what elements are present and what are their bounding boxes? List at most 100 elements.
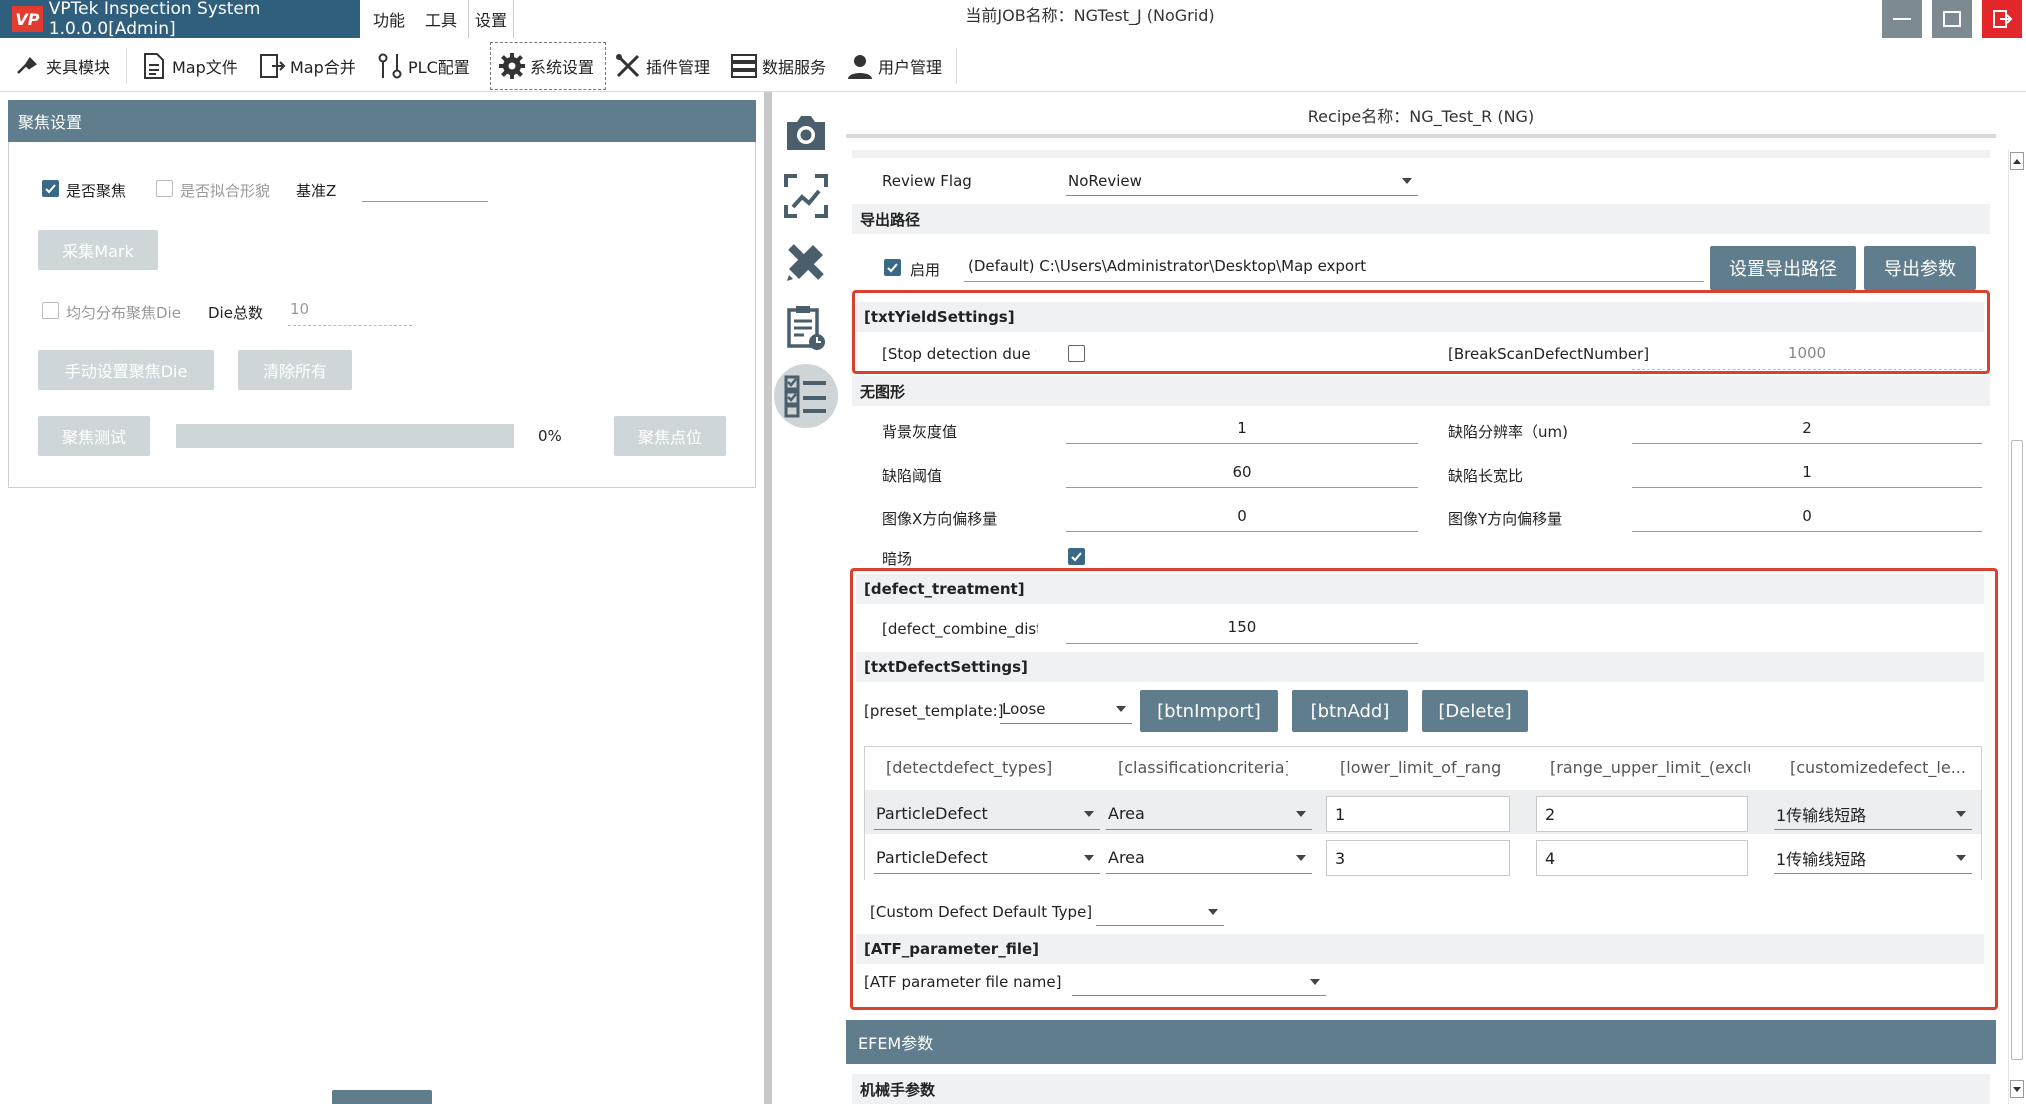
- focus-test-button[interactable]: 聚焦测试: [38, 416, 150, 456]
- chevron-down-icon: [1296, 854, 1306, 861]
- table-col-header[interactable]: [lower_limit_of_rang: [1340, 758, 1500, 777]
- img-y-label: 图像Y方向偏移量: [1448, 510, 1563, 528]
- img-x-input[interactable]: 0: [1066, 502, 1418, 532]
- focus-point-button[interactable]: 聚焦点位: [614, 416, 726, 456]
- efem-params-header[interactable]: EFEM参数: [846, 1020, 1996, 1064]
- review-flag-value: NoReview: [1068, 171, 1142, 190]
- export-enabled-checkbox[interactable]: [884, 259, 901, 276]
- toolbar-map-merge[interactable]: Map合并: [258, 44, 356, 88]
- exit-button[interactable]: [1982, 0, 2022, 38]
- measure-tool-button[interactable]: [780, 236, 832, 288]
- clear-all-button[interactable]: 清除所有: [238, 350, 352, 390]
- add-button[interactable]: [btnAdd]: [1292, 690, 1408, 732]
- focus-enabled-checkbox[interactable]: [42, 180, 59, 197]
- collect-mark-button[interactable]: 采集Mark: [38, 230, 158, 270]
- toolbar-plc-config[interactable]: PLC配置: [376, 44, 470, 88]
- report-button[interactable]: [780, 302, 832, 354]
- lower-limit-input[interactable]: 3: [1326, 840, 1510, 876]
- defect-type-dropdown[interactable]: ParticleDefect: [874, 798, 1100, 830]
- bg-gray-label: 背景灰度值: [882, 423, 958, 441]
- defect-ratio-label: 缺陷长宽比: [1448, 467, 1524, 485]
- bg-gray-input[interactable]: 1: [1066, 414, 1418, 444]
- defect-treatment-section: [defect_treatment]: [856, 574, 1984, 604]
- set-export-path-button[interactable]: 设置导出路径: [1710, 246, 1856, 290]
- menu-settings[interactable]: 设置: [468, 0, 514, 38]
- img-y-input[interactable]: 0: [1632, 502, 1982, 532]
- custom-defect-dropdown[interactable]: 1传输线短路: [1774, 842, 1972, 874]
- menu-tools[interactable]: 工具: [416, 0, 466, 38]
- custom-defect-value: 1传输线短路: [1776, 805, 1867, 825]
- manual-set-die-button[interactable]: 手动设置聚焦Die: [38, 350, 214, 390]
- review-flag-dropdown[interactable]: NoReview: [1066, 166, 1418, 196]
- uniform-die-label: 均匀分布聚焦Die: [66, 304, 181, 322]
- bottom-button-partial[interactable]: [332, 1090, 432, 1104]
- image-capture-button[interactable]: [780, 170, 832, 222]
- toolbar-label: 插件管理: [646, 58, 711, 77]
- scroll-down-button[interactable]: [2010, 1080, 2024, 1098]
- checklist-button[interactable]: [774, 364, 838, 428]
- menu-function[interactable]: 功能: [364, 0, 414, 38]
- minimize-button[interactable]: [1882, 0, 1922, 38]
- defect-type-value: ParticleDefect: [876, 848, 988, 867]
- exit-icon: [1993, 10, 2013, 28]
- robot-params-section: 机械手参数: [852, 1074, 1990, 1104]
- toolbar-user-manage[interactable]: 用户管理: [846, 44, 942, 88]
- criteria-dropdown[interactable]: Area: [1106, 798, 1312, 830]
- custom-defect-dropdown[interactable]: 1传输线短路: [1774, 798, 1972, 830]
- atf-file-name-dropdown[interactable]: [1072, 968, 1326, 996]
- chevron-down-icon: [1208, 908, 1218, 915]
- toolbar-label: 用户管理: [878, 58, 943, 77]
- focus-progress-text: 0%: [538, 427, 562, 445]
- toolbar-label: Map合并: [290, 58, 356, 77]
- preset-template-dropdown[interactable]: Loose: [1000, 694, 1132, 724]
- die-total-label: Die总数: [208, 304, 263, 322]
- break-scan-input[interactable]: 1000: [1632, 340, 1982, 370]
- table-col-header[interactable]: [customizedefect_le...: [1790, 758, 1974, 777]
- defect-ratio-input[interactable]: 1: [1632, 458, 1982, 488]
- upper-limit-input[interactable]: 2: [1536, 796, 1748, 832]
- export-path-section: 导出路径: [852, 204, 1990, 234]
- table-col-header[interactable]: [range_upper_limit_(exclu: [1550, 758, 1750, 777]
- pane-splitter[interactable]: [764, 92, 772, 1104]
- toolbar-map-file[interactable]: Map文件: [140, 44, 238, 88]
- export-path-field[interactable]: (Default) C:\Users\Administrator\Desktop…: [964, 254, 1704, 282]
- import-button[interactable]: [btnImport]: [1140, 690, 1278, 732]
- stop-detection-checkbox[interactable]: [1068, 345, 1085, 362]
- upper-limit-input[interactable]: 4: [1536, 840, 1748, 876]
- chevron-down-icon: [1956, 810, 1966, 817]
- die-total-input[interactable]: 10: [288, 300, 412, 326]
- table-col-header[interactable]: [detectdefect_types]: [886, 758, 1056, 777]
- lower-limit-input[interactable]: 1: [1326, 796, 1510, 832]
- chevron-down-icon: [1116, 705, 1126, 712]
- focus-enabled-label: 是否聚焦: [66, 182, 127, 200]
- defect-res-input[interactable]: 2: [1632, 414, 1982, 444]
- combine-dist-input[interactable]: 150: [1066, 612, 1418, 644]
- camera-button[interactable]: [780, 106, 832, 158]
- table-col-header[interactable]: [classificationcriteria]: [1118, 758, 1288, 777]
- preset-template-label: [preset_template:]: [864, 702, 1004, 720]
- export-params-button[interactable]: 导出参数: [1864, 246, 1976, 290]
- scroll-up-button[interactable]: [2010, 152, 2024, 170]
- toolbar-system-settings[interactable]: 系统设置: [498, 44, 594, 88]
- delete-button[interactable]: [Delete]: [1422, 690, 1528, 732]
- criteria-value: Area: [1108, 804, 1145, 823]
- chevron-down-icon: [2013, 1086, 2021, 1092]
- fit-shape-checkbox[interactable]: [156, 180, 173, 197]
- maximize-button[interactable]: [1932, 0, 1972, 38]
- scroll-thumb[interactable]: [2011, 440, 2023, 1060]
- defect-thr-input[interactable]: 60: [1066, 458, 1418, 488]
- toolbar-plugin-manage[interactable]: 插件管理: [614, 44, 710, 88]
- defect-type-dropdown[interactable]: ParticleDefect: [874, 842, 1100, 874]
- criteria-dropdown[interactable]: Area: [1106, 842, 1312, 874]
- uniform-die-checkbox[interactable]: [42, 302, 59, 319]
- document-icon: [140, 52, 168, 80]
- base-z-input[interactable]: [362, 182, 488, 202]
- chevron-down-icon: [1296, 810, 1306, 817]
- maximize-icon: [1943, 11, 1961, 27]
- dark-field-checkbox[interactable]: [1068, 548, 1085, 565]
- gear-icon: [498, 52, 526, 80]
- custom-default-type-dropdown[interactable]: [1096, 898, 1224, 926]
- toolbar-label: 数据服务: [762, 58, 827, 77]
- toolbar-data-service[interactable]: 数据服务: [730, 44, 826, 88]
- toolbar-fixture[interactable]: 夹具模块: [14, 44, 110, 88]
